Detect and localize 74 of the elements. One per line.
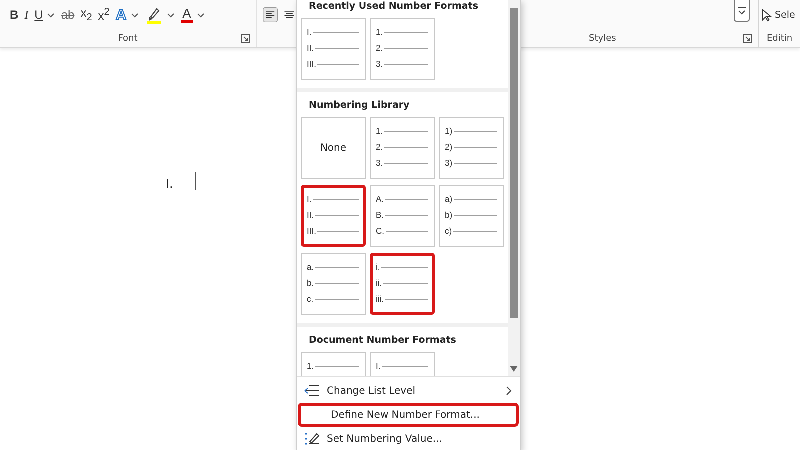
section-heading: Recently Used Number Formats: [308, 0, 480, 14]
list-marker: 2.: [376, 142, 384, 152]
number-format-tile[interactable]: 1.: [301, 352, 366, 376]
italic-button[interactable]: I: [24, 9, 29, 21]
scroll-down-icon[interactable]: [510, 366, 518, 372]
list-marker: 2.: [376, 43, 384, 53]
dialog-launcher-icon[interactable]: [241, 34, 250, 43]
number-format-tile[interactable]: a. b. c.: [301, 253, 366, 315]
list-marker: II.: [307, 210, 314, 220]
caret-icon[interactable]: [47, 12, 56, 18]
section-heading: Document Number Formats: [308, 334, 458, 348]
list-marker: 3): [445, 158, 453, 168]
list-marker: i.: [376, 262, 380, 272]
group-label: Styles: [589, 34, 616, 44]
select-button[interactable]: Sele: [762, 8, 796, 22]
font-color-button[interactable]: A: [180, 7, 194, 23]
menu-item[interactable]: Set Numbering Value...: [297, 427, 520, 450]
subscript-button[interactable]: x$_{2}$: [80, 6, 92, 24]
list-marker: 3.: [376, 158, 384, 168]
number-format-tile[interactable]: 1. 2. 3.: [370, 18, 435, 80]
bold-button[interactable]: B: [10, 9, 19, 21]
number-format-tile[interactable]: 1. 2. 3.: [370, 117, 435, 179]
list-marker: I.: [307, 27, 312, 37]
number-format-tile[interactable]: None: [301, 117, 366, 179]
list-marker: ii.: [376, 278, 382, 288]
list-marker: III.: [307, 226, 316, 236]
number-format-tile[interactable]: 1) 2) 3): [439, 117, 504, 179]
number-format-tile[interactable]: A. B. C.: [370, 185, 435, 247]
list-marker: 1.: [307, 361, 314, 371]
strikethrough-button[interactable]: ab: [61, 9, 75, 21]
dialog-launcher-icon[interactable]: [743, 34, 752, 43]
list-marker: 3.: [376, 59, 384, 69]
list-marker: 1.: [376, 126, 384, 136]
list-marker: II.: [307, 43, 314, 53]
caret-icon[interactable]: [166, 12, 175, 18]
numbering-value-icon: [304, 432, 320, 446]
list-number: I.: [166, 176, 174, 191]
list-marker: B.: [376, 210, 384, 220]
list-marker: a.: [307, 262, 314, 272]
indent-icon: [304, 385, 320, 397]
menu-item[interactable]: Define New Number Format...: [298, 403, 519, 427]
number-format-tile[interactable]: I.: [370, 352, 435, 376]
group-label: Font: [118, 34, 138, 44]
list-marker: b.: [307, 278, 314, 288]
cursor-icon: [762, 8, 773, 22]
list-marker: a): [445, 194, 453, 204]
number-format-tile[interactable]: a) b) c): [439, 185, 504, 247]
highlighter-icon[interactable]: [144, 6, 163, 24]
list-marker: c): [445, 226, 452, 236]
list-marker: 1): [445, 126, 453, 136]
list-marker: A.: [376, 194, 384, 204]
list-marker: 1.: [376, 27, 384, 37]
text-cursor: [195, 172, 196, 190]
list-marker: iii.: [376, 294, 384, 304]
list-marker: I.: [376, 361, 381, 371]
list-marker: C.: [376, 226, 384, 236]
superscript-button[interactable]: x$^{2}$: [98, 8, 110, 22]
text-effects-button[interactable]: A: [116, 8, 127, 22]
number-format-tile[interactable]: I. II. III.: [301, 18, 366, 80]
menu-item[interactable]: Change List Level: [297, 379, 520, 403]
section-heading: Numbering Library: [308, 99, 411, 113]
caret-icon[interactable]: [130, 12, 139, 18]
gallery-more-button[interactable]: [734, 0, 750, 22]
caret-icon[interactable]: [197, 12, 206, 18]
underline-button[interactable]: U: [34, 9, 44, 21]
list-marker: b): [445, 210, 453, 220]
list-marker: III.: [307, 59, 316, 69]
number-format-tile[interactable]: i. ii. iii.: [370, 253, 435, 315]
list-marker: 2): [445, 142, 453, 152]
list-marker: c.: [307, 294, 314, 304]
list-marker: I.: [307, 194, 312, 204]
scrollbar-thumb[interactable]: [510, 8, 518, 318]
group-label: Editin: [767, 34, 793, 44]
number-format-tile[interactable]: I. II. III.: [301, 185, 366, 247]
